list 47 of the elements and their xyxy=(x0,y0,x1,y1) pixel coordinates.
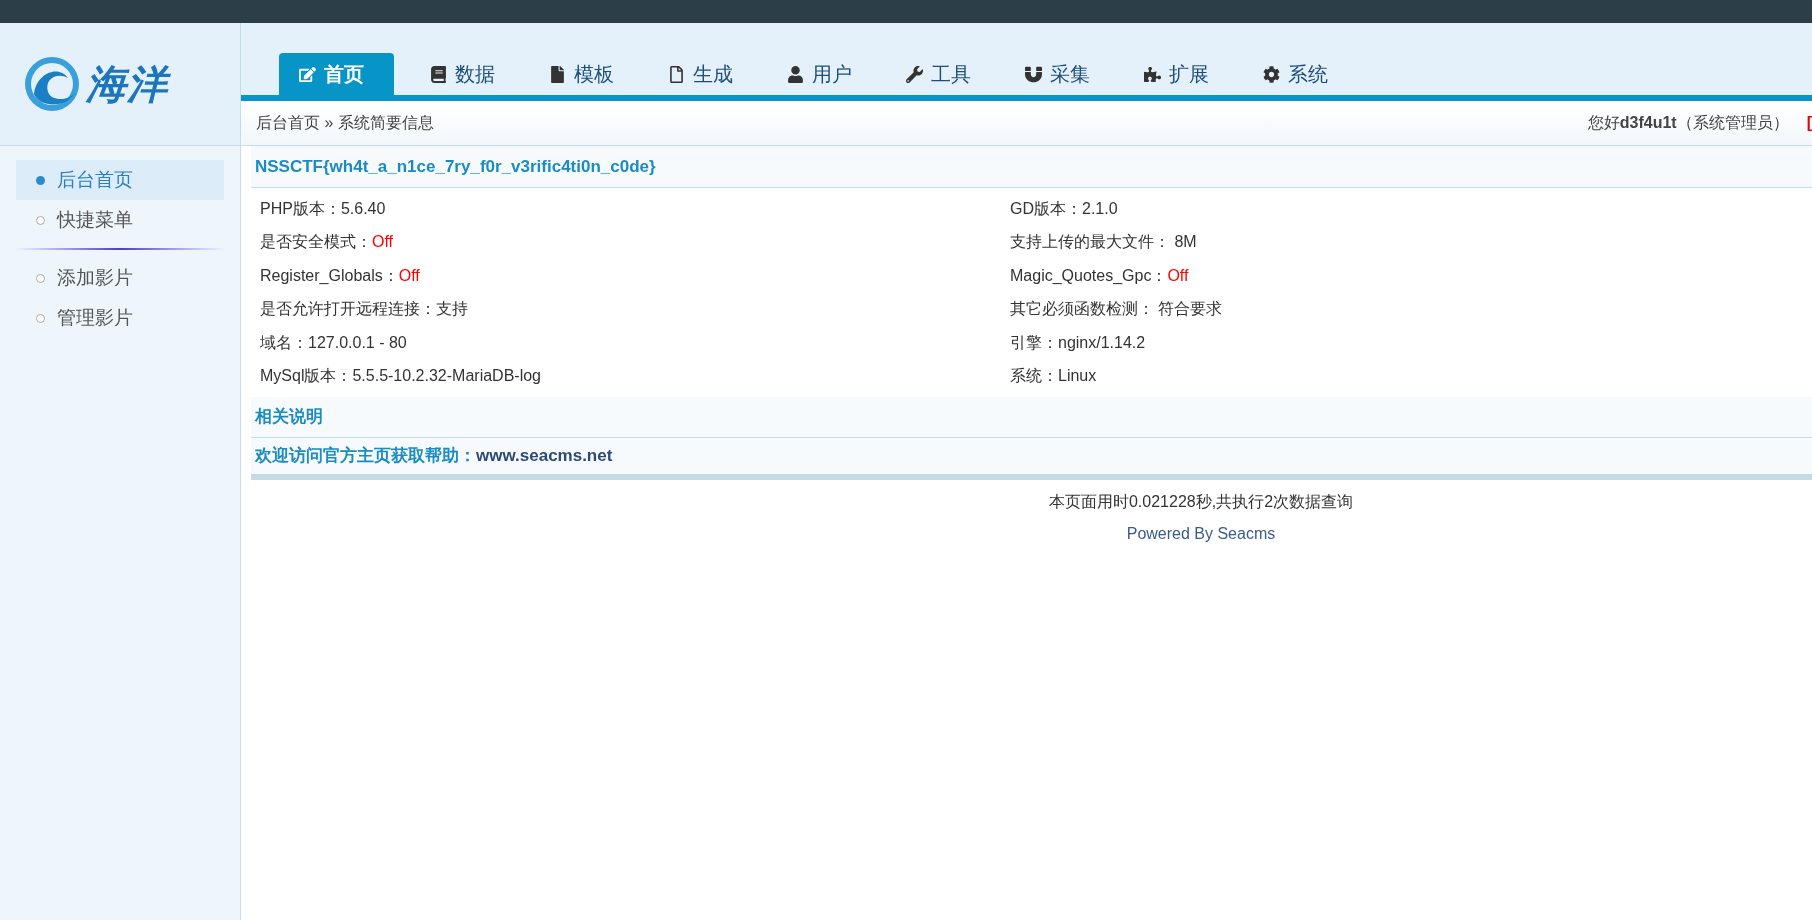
info-row-text: 是否允许打开远程连接：支持 xyxy=(260,299,468,320)
logout-link[interactable]: [ xyxy=(1806,111,1812,135)
info-row-text: 是否安全模式：Off xyxy=(260,232,394,253)
nav-tab[interactable]: 模板 xyxy=(539,53,624,95)
bullet-icon xyxy=(36,313,45,323)
info-row-text: Register_Globals：Off xyxy=(260,265,420,286)
info-row-text: PHP版本：5.6.40 xyxy=(260,198,386,219)
section-title: NSSCTF{wh4t_a_n1ce_7ry_f0r_v3rific4ti0n_c0de} xyxy=(255,155,656,178)
nav-tab[interactable]: 工具 xyxy=(896,53,981,95)
file-icon xyxy=(549,65,566,83)
sidebar-item[interactable]: 后台首页 xyxy=(16,160,224,200)
info-row-text: GD版本：2.1.0 xyxy=(1010,198,1118,219)
info-row-text: 系统：Linux xyxy=(1010,366,1097,387)
help-text: 欢迎访问官方主页获取帮助： xyxy=(255,445,476,468)
info-row-text: 域名：127.0.0.1 - 80 xyxy=(260,332,407,353)
sidebar-item[interactable]: 快捷菜单 xyxy=(16,200,224,240)
nav-tab[interactable]: 扩展 xyxy=(1134,53,1219,95)
book-icon xyxy=(430,65,447,83)
magnet-icon xyxy=(1025,65,1042,83)
info-row-text: MySql版本：5.5.5-10.2.32-MariaDB-log xyxy=(260,366,541,387)
section-title: 相关说明 xyxy=(255,406,323,429)
powered-by-link[interactable]: Powered By Seacms xyxy=(1126,522,1276,546)
user-icon xyxy=(787,65,804,83)
nav-tab[interactable]: 生成 xyxy=(658,53,743,95)
file-outline-icon xyxy=(668,65,685,83)
nav-tab[interactable]: 用户 xyxy=(777,53,862,95)
user-greeting: 您好d3f4u1t（系统管理员） xyxy=(1587,113,1789,133)
nav-tab[interactable]: 采集 xyxy=(1015,53,1100,95)
timing-text: 本页面用时0.021228秒,共执行2次数据查询 xyxy=(1048,492,1354,512)
settings-icon xyxy=(1263,65,1280,83)
bullet-icon xyxy=(36,215,45,225)
info-row-text: 其它必须函数检测： 符合要求 xyxy=(1010,299,1223,320)
info-row-text: 引擎：nginx/1.14.2 xyxy=(1010,332,1146,353)
bullet-icon xyxy=(36,175,45,185)
website-link[interactable]: www.seacms.net xyxy=(476,443,613,469)
edit-icon xyxy=(299,65,316,83)
sidebar-item[interactable]: 管理影片 xyxy=(16,298,224,338)
info-row-text: 支持上传的最大文件： 8M xyxy=(1010,232,1197,253)
info-row-text: Magic_Quotes_Gpc：Off xyxy=(1010,265,1189,286)
bullet-icon xyxy=(36,273,45,283)
logo-icon xyxy=(22,54,82,114)
wrench-icon xyxy=(906,65,923,83)
nav-tab[interactable]: 系统 xyxy=(1253,53,1338,95)
nav-tab[interactable]: 数据 xyxy=(420,53,505,95)
puzzle-icon xyxy=(1144,65,1161,83)
sidebar-item[interactable]: 添加影片 xyxy=(16,258,224,298)
breadcrumb: 后台首页 » 系统简要信息 xyxy=(256,113,434,133)
